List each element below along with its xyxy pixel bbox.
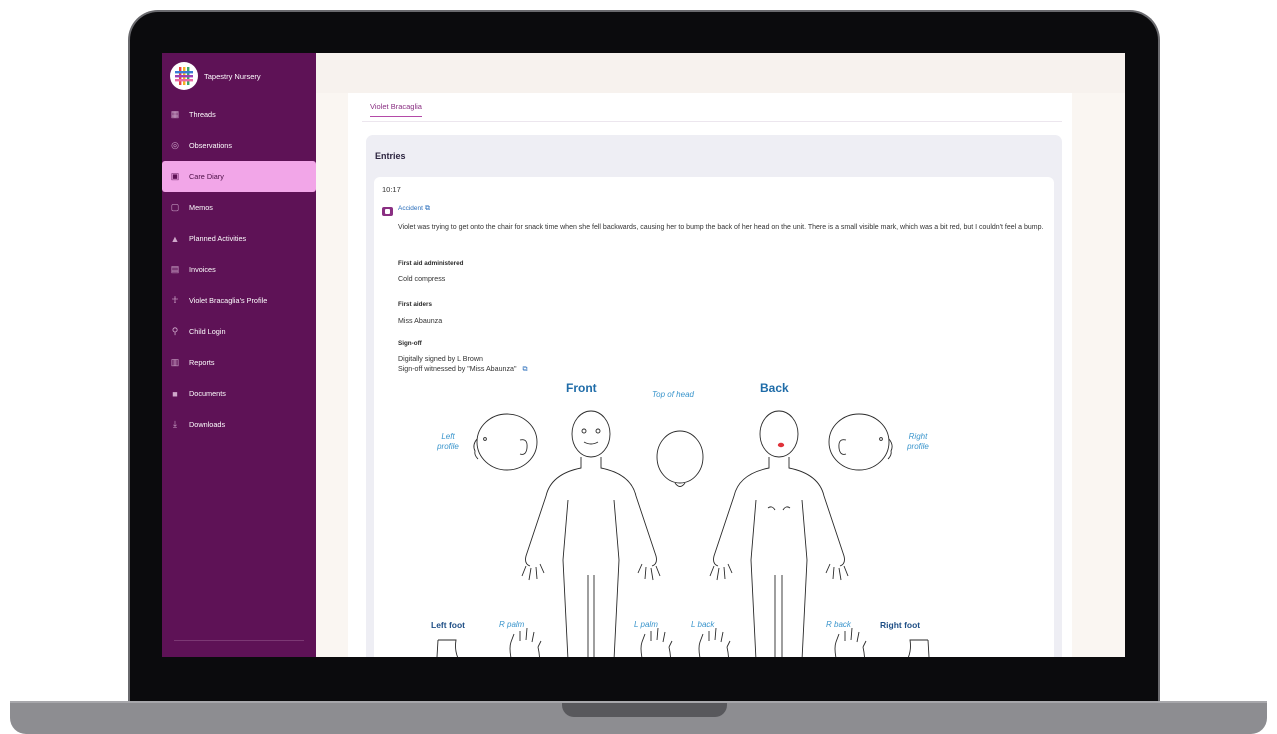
left-foot-label: Left foot [431,620,465,630]
sidebar-item-memos[interactable]: ▢ Memos [162,192,316,223]
r-back-label: R back [826,620,851,629]
right-foot-label: Right foot [880,620,921,630]
entry-time: 10:17 [382,185,401,194]
nursery-logo-icon [170,62,198,90]
tab-divider [362,121,1062,122]
sidebar-item-label: Violet Bracaglia's Profile [189,296,268,305]
injury-marker [777,442,785,448]
sidebar-item-label: Observations [189,141,232,150]
left-profile-label: Left profile [428,432,468,452]
sidebar: Tapestry Nursery ▦ Threads ◎ Observation… [162,53,316,657]
r-palm-label: R palm [499,620,525,629]
sidebar-item-label: Child Login [189,327,226,336]
sidebar-item-downloads[interactable]: ⤓ Downloads [162,409,316,440]
right-profile-label: Right profile [898,432,938,452]
l-back-label: L back [691,620,715,629]
l-palm-label: L palm [634,620,658,629]
care-diary-icon: ▣ [170,171,180,181]
planned-activities-icon: ▲ [170,233,180,244]
sidebar-item-threads[interactable]: ▦ Threads [162,99,316,130]
external-link-icon[interactable]: ⧉ [522,366,527,373]
sidebar-item-label: Downloads [189,420,226,429]
sidebar-item-label: Care Diary [189,172,224,181]
sidebar-item-label: Memos [189,203,213,212]
sidebar-item-label: Invoices [189,265,216,274]
front-label: Front [566,381,597,395]
entry-type-label: Accident [398,205,423,212]
sidebar-item-care-diary[interactable]: ▣ Care Diary [162,161,316,192]
memos-icon: ▢ [170,202,180,212]
back-label: Back [760,381,789,395]
invoices-icon: ▤ [170,264,180,274]
first-aiders-value: Miss Abaunza [398,317,443,325]
sign-off-witness: Sign-off witnessed by "Miss Abaunza" ⧉ [398,365,527,374]
sidebar-item-child-login[interactable]: ⚲ Child Login [162,316,316,347]
profile-icon: ☥ [171,295,179,305]
sidebar-nav: ▦ Threads ◎ Observations ▣ Care Diary ▢ … [162,99,316,440]
app-screen: Tapestry Nursery ▦ Threads ◎ Observation… [162,53,1125,657]
tab-child-name[interactable]: Violet Bracaglia [370,102,422,117]
sidebar-item-label: Documents [189,389,226,398]
diary-entry-card: 10:17 Accident ⧉ Violet was trying to get… [374,177,1054,657]
first-aiders-label: First aiders [398,301,432,308]
sidebar-item-observations[interactable]: ◎ Observations [162,130,316,161]
top-of-head-label: Top of head [652,390,694,399]
accident-icon [382,207,393,216]
main-content: Violet Bracaglia Entries 10:17 Accident ⧉… [348,93,1072,657]
nursery-name: Tapestry Nursery [204,71,261,81]
external-link-icon: ⧉ [424,205,430,212]
entries-panel: Entries 10:17 Accident ⧉ Violet was tryin… [366,135,1062,657]
sign-off-signed: Digitally signed by L Brown [398,355,483,363]
left-profile-line1: Left [441,432,455,441]
threads-icon: ▦ [170,109,180,119]
child-login-icon: ⚲ [171,326,179,336]
sign-off-witness-text: Sign-off witnessed by "Miss Abaunza" [398,365,517,373]
brand[interactable]: Tapestry Nursery [170,61,261,91]
sidebar-item-label: Reports [189,358,215,367]
entry-type-link[interactable]: Accident ⧉ [398,205,430,213]
observations-icon: ◎ [171,140,179,150]
sidebar-item-reports[interactable]: ▥ Reports [162,347,316,378]
sidebar-item-planned-activities[interactable]: ▲ Planned Activities [162,223,316,254]
sidebar-item-label: Planned Activities [189,234,247,243]
top-bar [316,53,1125,93]
sidebar-item-invoices[interactable]: ▤ Invoices [162,254,316,285]
documents-icon: ■ [172,388,178,399]
laptop-notch [562,703,727,717]
sidebar-divider [174,640,304,641]
sidebar-item-documents[interactable]: ■ Documents [162,378,316,409]
reports-icon: ▥ [170,357,180,367]
entry-description: Violet was trying to get onto the chair … [398,224,1044,231]
sidebar-item-profile[interactable]: ☥ Violet Bracaglia's Profile [162,285,316,316]
downloads-icon: ⤓ [173,419,177,429]
first-aid-value: Cold compress [398,275,446,283]
body-map: Front Back Top of head Left profile Righ… [398,381,978,657]
sidebar-item-label: Threads [189,110,216,119]
left-profile-line2: profile [437,442,459,451]
first-aid-label: First aid administered [398,260,464,267]
sign-off-label: Sign-off [398,340,422,347]
entries-heading: Entries [375,151,406,161]
right-profile-line2: profile [907,442,929,451]
right-profile-line1: Right [908,432,928,441]
